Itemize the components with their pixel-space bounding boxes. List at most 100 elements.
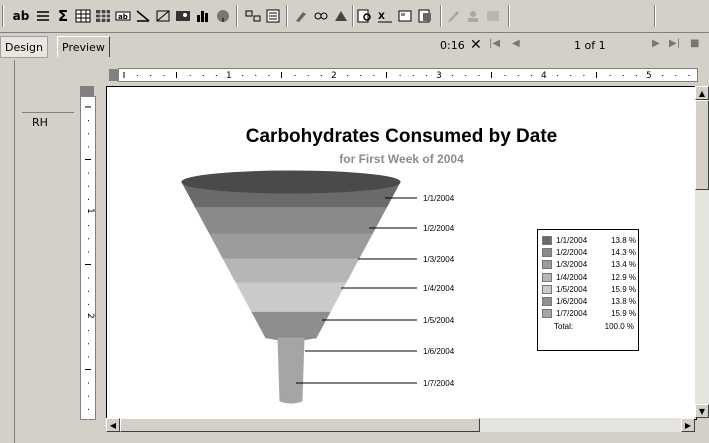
legend-row: 1/4/2004 12.9 %: [542, 271, 638, 283]
left-divider: [14, 60, 15, 443]
funnel-label: 1/7/2004: [423, 379, 455, 388]
legend-swatch: [542, 260, 552, 270]
box-icon[interactable]: [154, 5, 172, 27]
legend-row: 1/7/2004 15.9 %: [542, 308, 638, 320]
legend-swatch: [542, 297, 552, 307]
funnel-segment: [194, 207, 388, 235]
link-icon[interactable]: [312, 5, 330, 27]
scroll-right-icon[interactable]: ▶: [681, 418, 695, 432]
horizontal-scroll-thumb[interactable]: [120, 418, 480, 432]
close-preview-icon[interactable]: ■: [690, 38, 699, 49]
vertical-ruler: 12: [80, 96, 96, 420]
horizontal-ruler: 1 2 3 4 5: [109, 68, 698, 82]
grid-icon[interactable]: [94, 5, 112, 27]
ruler-mark: 4: [541, 71, 547, 81]
scroll-up-icon[interactable]: ▲: [695, 86, 709, 100]
legend-swatch: [542, 272, 552, 282]
horizontal-scrollbar[interactable]: ◀ ▶: [106, 418, 695, 432]
vertical-scrollbar[interactable]: ▲ ▼: [695, 86, 709, 418]
list-icon[interactable]: [34, 5, 52, 27]
format-icon[interactable]: [264, 5, 282, 27]
search-icon[interactable]: [356, 5, 374, 27]
legend-total-row: Total: 100.0 %: [542, 320, 638, 332]
funnel-label: 1/5/2004: [423, 316, 455, 325]
legend-swatch: [542, 284, 552, 294]
funnel-segment: [222, 258, 360, 284]
legend-row: 1/2/2004 14.3 %: [542, 246, 638, 258]
legend-date: 1/4/2004: [556, 272, 588, 282]
brush-icon[interactable]: [292, 5, 310, 27]
legend-value: 13.8 %: [611, 297, 636, 307]
legend-date: 1/1/2004: [556, 235, 588, 245]
chart-icon[interactable]: [194, 5, 212, 27]
section-divider: [22, 112, 74, 113]
tab-design[interactable]: Design: [0, 36, 48, 58]
tab-preview[interactable]: Preview: [57, 36, 110, 57]
legend-row: 1/1/2004 13.8 %: [542, 234, 638, 246]
legend-date: 1/3/2004: [556, 260, 588, 270]
vertical-scroll-thumb[interactable]: [695, 100, 709, 190]
map-icon[interactable]: [214, 5, 232, 27]
legend-value: 13.8 %: [611, 235, 636, 245]
funnel-segment: [251, 311, 331, 339]
legend-swatch: [542, 309, 552, 319]
legend-date: 1/2/2004: [556, 247, 588, 257]
image-icon[interactable]: [174, 5, 192, 27]
stop-icon[interactable]: ✕: [470, 37, 482, 53]
sum-icon[interactable]: Σ: [54, 5, 72, 27]
last-page-icon[interactable]: ▶|: [669, 38, 680, 49]
chart-legend: 1/1/2004 13.8 % 1/2/2004 14.3 % 1/3/2004 13.4…: [537, 229, 639, 351]
align-icon[interactable]: [244, 5, 262, 27]
pen-icon[interactable]: [444, 5, 462, 27]
legend-date: 1/7/2004: [556, 309, 588, 319]
funnel-label: 1/1/2004: [423, 194, 455, 203]
funnel-segment: [209, 233, 373, 260]
first-page-icon[interactable]: |◀: [489, 38, 500, 49]
legend-row: 1/6/2004 13.8 %: [542, 295, 638, 307]
funnel-label: 1/6/2004: [423, 347, 455, 356]
next-page-icon[interactable]: ▶: [652, 38, 660, 49]
ruler-mark: 1: [85, 208, 95, 214]
scroll-left-icon[interactable]: ◀: [106, 418, 120, 432]
expert-icon[interactable]: [332, 5, 350, 27]
page-indicator: 1 of 1: [574, 39, 606, 52]
elapsed-time: 0:16: [440, 39, 465, 52]
report-page: Carbohydrates Consumed by Date for First…: [106, 86, 697, 420]
legend-value: 14.3 %: [611, 247, 636, 257]
legend-date: 1/5/2004: [556, 284, 588, 294]
text-object-label: ab: [12, 9, 30, 23]
funnel-label: 1/4/2004: [423, 284, 455, 293]
legend-swatch: [542, 235, 552, 245]
legend-date: 1/6/2004: [556, 297, 588, 307]
table-icon[interactable]: [74, 5, 92, 27]
toolbar: ab Σ ab X: [0, 0, 709, 33]
tab-preview-label: Preview: [62, 40, 105, 54]
legend-value: 13.4 %: [611, 260, 636, 270]
funnel-label: 1/3/2004: [423, 255, 455, 264]
funnel-label: 1/2/2004: [423, 224, 455, 233]
section-label: RH: [32, 116, 48, 129]
legend-value: 12.9 %: [611, 272, 636, 282]
tab-design-label: Design: [5, 40, 43, 54]
ruler-mark: 2: [85, 313, 95, 319]
legend-total-label: Total:: [554, 321, 574, 331]
legend-total-value: 100.0 %: [604, 321, 634, 331]
text-object-button[interactable]: ab: [10, 5, 32, 27]
report-icon[interactable]: [396, 5, 414, 27]
user-icon[interactable]: [464, 5, 482, 27]
prev-page-icon[interactable]: ◀: [512, 38, 520, 49]
field-icon[interactable]: ab: [114, 5, 132, 27]
ruler-mark: 5: [646, 71, 652, 81]
svg-text:X: X: [378, 12, 385, 22]
grey-icon[interactable]: [484, 5, 502, 27]
legend-row: 1/5/2004 15.9 %: [542, 283, 638, 295]
tab-row: Design Preview 0:16 ✕ |◀ ◀ 1 of 1 ▶ ▶| ■: [0, 34, 709, 58]
page-icon[interactable]: [416, 5, 434, 27]
xsum-icon[interactable]: X: [376, 5, 394, 27]
funnel-segment: [277, 337, 305, 404]
line-icon[interactable]: [134, 5, 152, 27]
scroll-down-icon[interactable]: ▼: [695, 404, 709, 418]
funnel-top: [181, 170, 401, 194]
legend-swatch: [542, 247, 552, 257]
funnel-segment: [235, 282, 347, 313]
